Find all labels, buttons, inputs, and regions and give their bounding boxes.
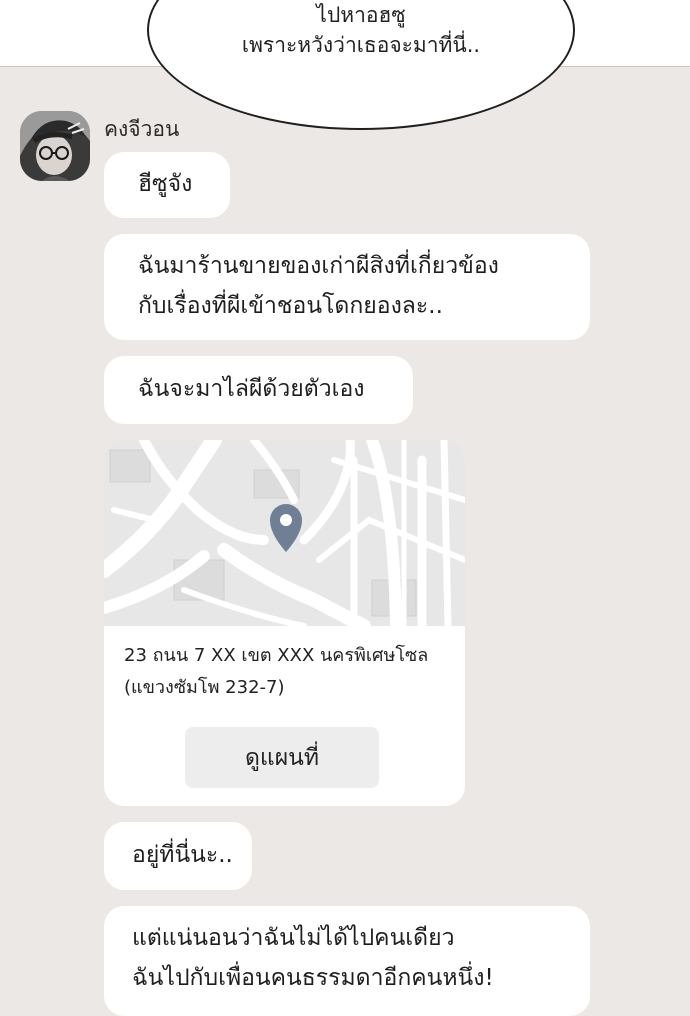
avatar[interactable] xyxy=(20,111,90,181)
message-bubble: ฉันจะมาไล่ผีด้วยตัวเอง xyxy=(104,356,413,424)
message-text-line-2: กับเรื่องที่ผีเข้าชอนโดกยองละ.. xyxy=(138,293,443,319)
message-text-line-1: ฉันมาร้านขายของเก่าผีสิงที่เกี่ยวข้อง xyxy=(138,253,499,279)
message-text-line-1: แต่แน่นอนว่าฉันไม่ได้ไปคนเดียว xyxy=(132,925,455,951)
speech-line-1: ไปหาอฮซู xyxy=(316,3,406,27)
message-bubble: ฉันมาร้านขายของเก่าผีสิงที่เกี่ยวข้อง กั… xyxy=(104,234,590,340)
message-bubble: อยู่ที่นี่นะ.. xyxy=(104,822,252,890)
speech-line-2: เพราะหวังว่าเธอจะมาที่นี่.. xyxy=(241,33,481,57)
address-text: 23 ถนน 7 XX เขต XXX นครพิเศษโซล (แขวงซัม… xyxy=(124,640,428,704)
message-text: ฮีซูจัง xyxy=(138,171,193,197)
avatar-portrait-image xyxy=(20,111,90,181)
speech-bubble-text: ไปหาอฮซู เพราะหวังว่าเธอจะมาที่นี่.. xyxy=(147,0,575,60)
message-bubble: ฮีซูจัง xyxy=(104,152,230,218)
message-text-line-2: ฉันไปกับเพื่อนคนธรรมดาอีกคนหนึ่ง! xyxy=(132,965,494,991)
map-image xyxy=(104,440,465,633)
message-text: อยู่ที่นี่นะ.. xyxy=(132,842,233,868)
address-line-2: (แขวงซัมโพ 232-7) xyxy=(124,677,285,698)
location-card[interactable]: 23 ถนน 7 XX เขต XXX นครพิเศษโซล (แขวงซัม… xyxy=(104,440,465,806)
map-preview[interactable] xyxy=(104,440,465,633)
view-map-button[interactable]: ดูแผนที่ xyxy=(185,727,379,788)
sender-name: คงจีวอน xyxy=(104,117,180,141)
address-line-1: 23 ถนน 7 XX เขต XXX นครพิเศษโซล xyxy=(124,645,429,666)
message-text: ฉันจะมาไล่ผีด้วยตัวเอง xyxy=(138,376,365,402)
